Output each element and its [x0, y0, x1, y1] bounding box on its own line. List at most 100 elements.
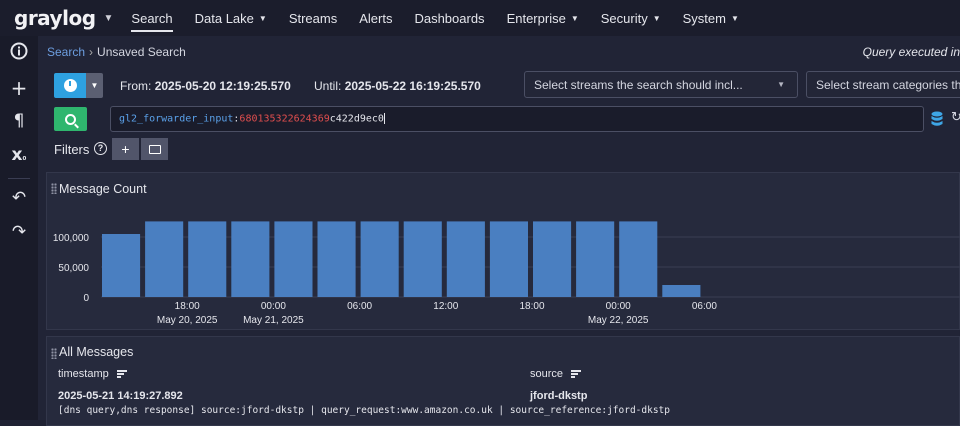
search-button[interactable]: [54, 107, 87, 131]
x-tick-time: 00:00: [606, 301, 631, 312]
nav-item-system[interactable]: System ▼: [683, 0, 739, 36]
nav-item-security[interactable]: Security ▼: [601, 0, 661, 36]
column-header-source[interactable]: source: [530, 368, 582, 380]
histogram-bar: [317, 221, 356, 297]
nav-item-label: Enterprise: [506, 10, 566, 26]
chevron-down-icon: ▼: [777, 80, 785, 89]
x-tick-date: May 21, 2025: [243, 315, 304, 326]
streams-select-placeholder: Select streams the search should incl...: [534, 78, 743, 92]
column-header-label: source: [530, 368, 564, 380]
x-tick-time: 18:00: [519, 301, 544, 312]
nav-item-label: Alerts: [359, 10, 393, 26]
query-value: c422d9ec0: [329, 113, 384, 125]
drag-handle-icon[interactable]: [51, 348, 57, 359]
histogram-bar: [102, 234, 141, 297]
stream-categories-select[interactable]: Select stream categories the: [806, 71, 960, 98]
chevron-down-icon: ▼: [730, 13, 739, 23]
x-tick-time: 06:00: [347, 301, 372, 312]
x-tick-time: 06:00: [692, 301, 717, 312]
breadcrumb: Search › Unsaved Search: [47, 45, 186, 59]
histogram-bar: [360, 221, 399, 297]
query-value-highlight: 680135322624369: [239, 113, 330, 125]
undo-icon[interactable]: ↶: [0, 188, 38, 208]
histogram-bar: [533, 221, 572, 297]
time-until-value: 2025-05-22 16:19:25.570: [344, 79, 481, 93]
x-tick-time: 00:00: [261, 301, 286, 312]
time-from[interactable]: From: 2025-05-20 12:19:25.570: [120, 79, 291, 93]
nav-item-label: System: [682, 10, 726, 26]
x-tick-date: May 22, 2025: [588, 315, 649, 326]
histogram-bar: [662, 285, 701, 297]
info-icon[interactable]: [0, 42, 38, 65]
nav-item-label: Search: [131, 10, 173, 26]
variable-icon[interactable]: x₀: [0, 145, 38, 165]
query-field: gl2_forwarder_input: [119, 113, 234, 125]
nav-items: Search Data Lake ▼ Streams Alerts Dashboards E…: [113, 0, 739, 36]
filters-label: Filters: [54, 142, 90, 157]
time-from-value: 2025-05-20 12:19:25.570: [154, 79, 291, 93]
database-icon[interactable]: [931, 111, 943, 127]
y-tick-label: 100,000: [53, 233, 90, 244]
streams-select[interactable]: Select streams the search should incl...…: [524, 71, 798, 98]
query-execution-info: Query executed in: [862, 45, 960, 59]
time-range-button[interactable]: [54, 73, 86, 98]
nav-item-label: Dashboards: [414, 10, 485, 26]
time-range-dropdown[interactable]: ▼: [86, 73, 103, 98]
time-from-label: From:: [120, 79, 152, 93]
top-navigation: graylog ▼ Search Data Lake ▼ Streams Alerts D…: [0, 0, 960, 36]
graylog-logo[interactable]: graylog: [14, 6, 96, 30]
x-tick-time: 12:00: [433, 301, 458, 312]
redo-icon[interactable]: ↷: [0, 222, 38, 242]
nav-item-dashboards[interactable]: Dashboards: [414, 0, 484, 36]
histogram-bar: [231, 221, 270, 297]
help-icon[interactable]: ?: [94, 142, 107, 155]
histogram-bar: [489, 221, 528, 297]
column-header-timestamp[interactable]: timestamp: [58, 368, 127, 380]
search-icon: [65, 113, 76, 125]
paragraph-icon[interactable]: ¶: [0, 111, 38, 131]
nav-item-label: Security: [600, 10, 648, 26]
all-messages-widget: All Messages timestamp source 2025-05-21…: [46, 336, 960, 426]
nav-item-streams[interactable]: Streams: [289, 0, 337, 36]
time-until[interactable]: Until: 2025-05-22 16:19:25.570: [314, 79, 481, 93]
histogram-bar: [446, 221, 485, 297]
chevron-down-icon: ▼: [570, 13, 579, 23]
sort-icon[interactable]: [571, 370, 582, 378]
filter-folder-button[interactable]: [141, 138, 168, 160]
nav-item-enterprise[interactable]: Enterprise ▼: [507, 0, 579, 36]
add-filter-button[interactable]: +: [112, 138, 139, 160]
text-cursor: [383, 113, 385, 124]
histogram-bar: [188, 221, 227, 297]
histogram-bar: [619, 221, 658, 297]
message-timestamp[interactable]: 2025-05-21 14:19:27.892: [58, 390, 183, 402]
sidebar: + ¶ x₀ ↶ ↷: [0, 36, 38, 420]
nav-item-alerts[interactable]: Alerts: [359, 0, 392, 36]
nav-item-label: Data Lake: [194, 10, 254, 26]
x-tick-date: May 20, 2025: [157, 315, 218, 326]
plus-icon[interactable]: +: [0, 76, 38, 100]
sidebar-divider: [8, 178, 30, 179]
nav-item-search[interactable]: Search: [131, 0, 173, 36]
query-input[interactable]: gl2_forwarder_input:680135322624369c422d…: [110, 106, 924, 132]
search-page: Search › Unsaved Search Query executed in …: [38, 36, 960, 426]
nav-item-data-lake[interactable]: Data Lake ▼: [195, 0, 267, 36]
chevron-down-icon: ▼: [652, 13, 661, 23]
message-count-chart: 100,000 50,000 0 18:00 May 20, 2025 00:00 May …: [53, 221, 960, 326]
x-tick-time: 18:00: [175, 301, 200, 312]
y-tick-label: 0: [83, 293, 89, 304]
histogram-bar: [274, 221, 313, 297]
time-until-label: Until:: [314, 79, 342, 93]
logo-dropdown-icon[interactable]: ▼: [104, 13, 114, 24]
message-text[interactable]: [dns query,dns response] source:jford-dk…: [58, 405, 670, 416]
breadcrumb-search-link[interactable]: Search: [47, 45, 85, 59]
clock-icon: [63, 79, 77, 92]
categories-select-placeholder: Select stream categories the: [816, 78, 960, 92]
folder-icon: [148, 144, 161, 154]
chevron-down-icon: ▼: [258, 13, 267, 23]
column-header-label: timestamp: [58, 368, 109, 380]
refresh-icon[interactable]: ↻: [951, 110, 960, 125]
message-source[interactable]: jford-dkstp: [530, 390, 587, 402]
y-tick-label: 50,000: [58, 263, 89, 274]
histogram-bar: [403, 221, 442, 297]
sort-icon[interactable]: [116, 370, 127, 378]
